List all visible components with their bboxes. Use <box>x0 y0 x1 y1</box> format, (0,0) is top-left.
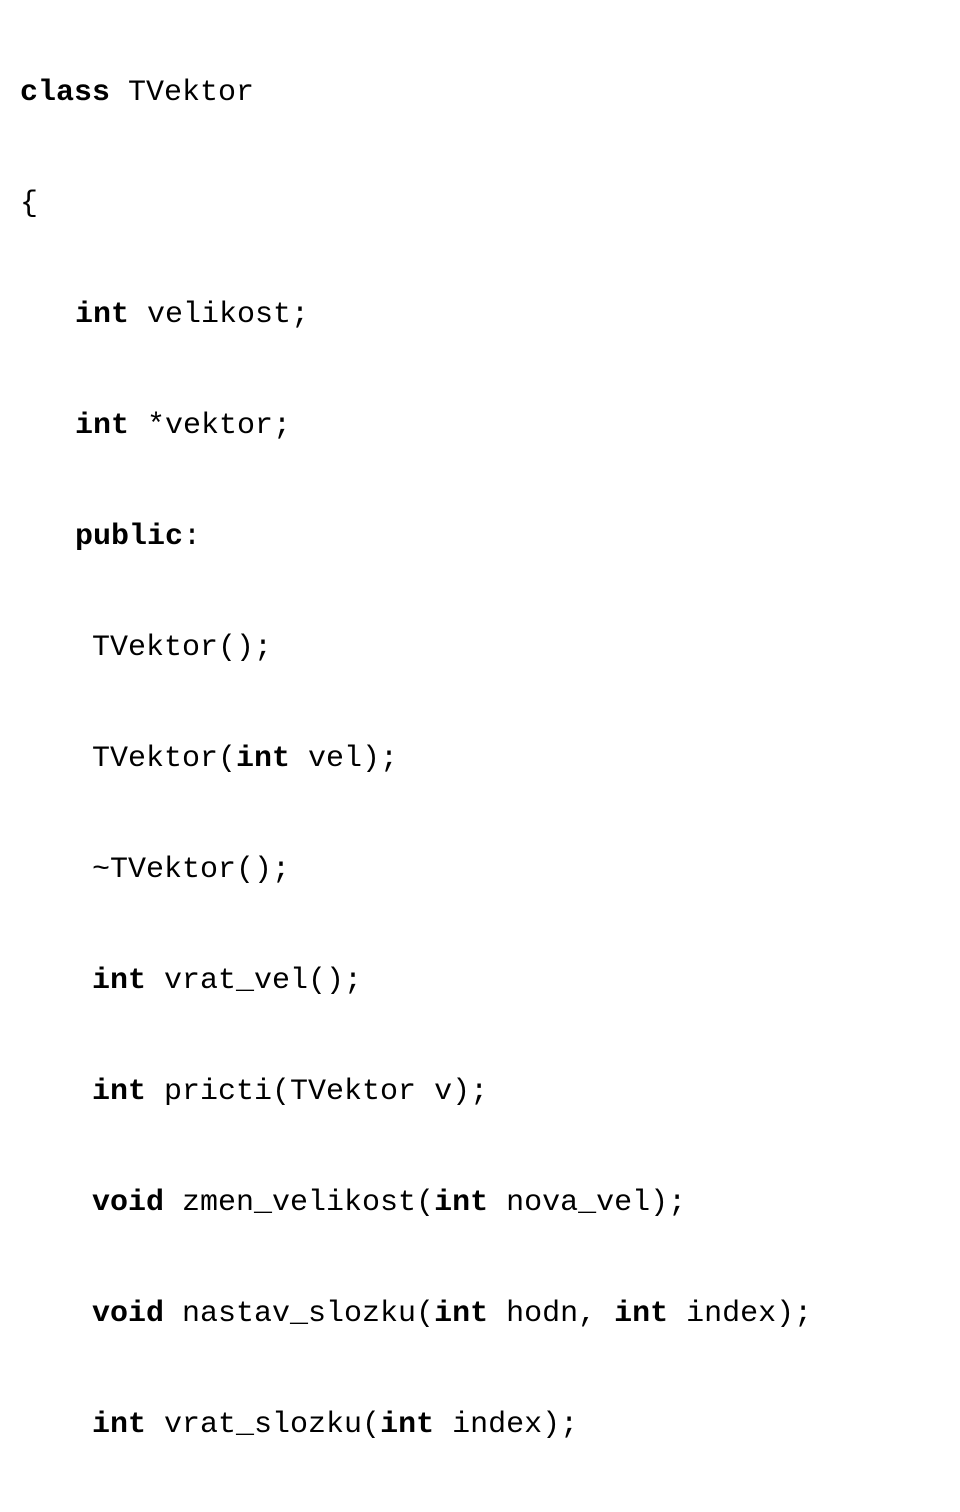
code-line: void nastav_slozku(int hodn, int index); <box>20 1287 960 1343</box>
keyword-int: int <box>75 298 129 332</box>
code-line: int vrat_slozku(int index); <box>20 1398 960 1454</box>
member-decl: velikost; <box>129 298 309 332</box>
method-decl: zmen_velikost( <box>164 1186 434 1220</box>
keyword-int: int <box>434 1297 488 1331</box>
code-line: TVektor(); <box>20 621 960 677</box>
method-decl: hodn, <box>488 1297 614 1331</box>
class-name: TVektor <box>110 76 254 110</box>
ctor-decl: TVektor(); <box>92 631 272 665</box>
code-line: class TVektor <box>20 66 960 122</box>
method-decl: nova_vel); <box>488 1186 686 1220</box>
keyword-int: int <box>92 1408 146 1442</box>
method-decl: pricti(TVektor v); <box>146 1075 488 1109</box>
method-decl: index); <box>434 1408 578 1442</box>
keyword-int: int <box>434 1186 488 1220</box>
code-line: int vrat_vel(); <box>20 954 960 1010</box>
keyword-void: void <box>92 1297 164 1331</box>
code-line: }; <box>20 1509 960 1512</box>
code-line: { <box>20 177 960 233</box>
keyword-int: int <box>92 964 146 998</box>
code-line: int velikost; <box>20 288 960 344</box>
ctor-decl: TVektor( <box>92 742 236 776</box>
keyword-void: void <box>92 1186 164 1220</box>
keyword-public: public <box>75 520 183 554</box>
method-decl: vrat_slozku( <box>146 1408 380 1442</box>
ctor-decl: vel); <box>290 742 398 776</box>
keyword-int: int <box>380 1408 434 1442</box>
code-line: public: <box>20 510 960 566</box>
keyword-int: int <box>614 1297 668 1331</box>
dtor-decl: ~TVektor(); <box>92 853 290 887</box>
code-line: void zmen_velikost(int nova_vel); <box>20 1176 960 1232</box>
code-line: TVektor(int vel); <box>20 732 960 788</box>
keyword-int: int <box>92 1075 146 1109</box>
method-decl: vrat_vel(); <box>146 964 362 998</box>
code-line: int pricti(TVektor v); <box>20 1065 960 1121</box>
method-decl: nastav_slozku( <box>164 1297 434 1331</box>
member-decl: *vektor; <box>129 409 291 443</box>
keyword-int: int <box>75 409 129 443</box>
keyword-int: int <box>236 742 290 776</box>
method-decl: index); <box>668 1297 812 1331</box>
code-block: class TVektor { int velikost; int *vekto… <box>0 0 960 756</box>
colon: : <box>183 520 201 554</box>
code-line: ~TVektor(); <box>20 843 960 899</box>
code-line: int *vektor; <box>20 399 960 455</box>
keyword-class: class <box>20 76 110 110</box>
